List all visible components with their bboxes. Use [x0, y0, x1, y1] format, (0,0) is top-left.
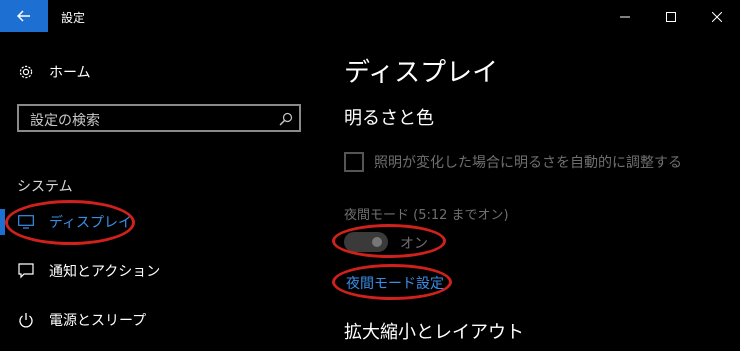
night-light-toggle[interactable] — [344, 232, 388, 252]
gear-icon — [17, 63, 35, 81]
sidebar-item-label: 電源とスリープ — [49, 313, 147, 329]
section-title-scale-layout: 拡大縮小とレイアウト — [344, 322, 524, 343]
power-icon — [17, 311, 35, 329]
auto-brightness-checkbox[interactable] — [344, 152, 364, 172]
toggle-knob — [372, 237, 382, 247]
sidebar-item-label: ディスプレイ — [49, 215, 133, 231]
back-arrow-icon — [16, 7, 31, 26]
close-icon — [711, 7, 723, 26]
page-title: ディスプレイ — [344, 58, 499, 88]
sidebar-item-power[interactable]: 電源とスリープ — [0, 300, 318, 340]
window-title: 設定 — [61, 11, 86, 25]
night-light-label: 夜間モード (5:12 までオン) — [344, 208, 509, 223]
sidebar: ホーム 設定の検索 システム ディスプレイ 通知とアクション 電源とスリープ — [0, 32, 318, 351]
main-content: ディスプレイ 明るさと色 照明が変化した場合に明るさを自動的に調整する 夜間モー… — [318, 32, 740, 351]
maximize-icon — [666, 7, 676, 26]
sidebar-item-home[interactable]: ホーム — [0, 52, 318, 92]
toggle-state-label: オン — [400, 236, 428, 252]
sidebar-item-label: ホーム — [49, 65, 91, 81]
auto-brightness-label: 照明が変化した場合に明るさを自動的に調整する — [374, 155, 682, 171]
sidebar-item-notifications[interactable]: 通知とアクション — [0, 251, 318, 291]
minimize-icon — [620, 7, 630, 26]
monitor-icon — [17, 213, 35, 231]
close-button[interactable] — [694, 0, 740, 32]
search-icon — [279, 111, 293, 130]
section-header-system: システム — [17, 179, 73, 195]
search-placeholder: 設定の検索 — [30, 113, 100, 129]
sidebar-item-display[interactable]: ディスプレイ — [0, 202, 318, 242]
sidebar-item-label: 通知とアクション — [49, 264, 161, 280]
search-input[interactable]: 設定の検索 — [17, 104, 301, 132]
section-title-brightness: 明るさと色 — [344, 108, 434, 129]
message-icon — [17, 262, 35, 280]
maximize-button[interactable] — [648, 0, 694, 32]
back-button[interactable] — [0, 0, 48, 32]
title-bar: 設定 — [0, 0, 740, 32]
night-light-settings-link[interactable]: 夜間モード設定 — [346, 273, 444, 293]
minimize-button[interactable] — [602, 0, 648, 32]
